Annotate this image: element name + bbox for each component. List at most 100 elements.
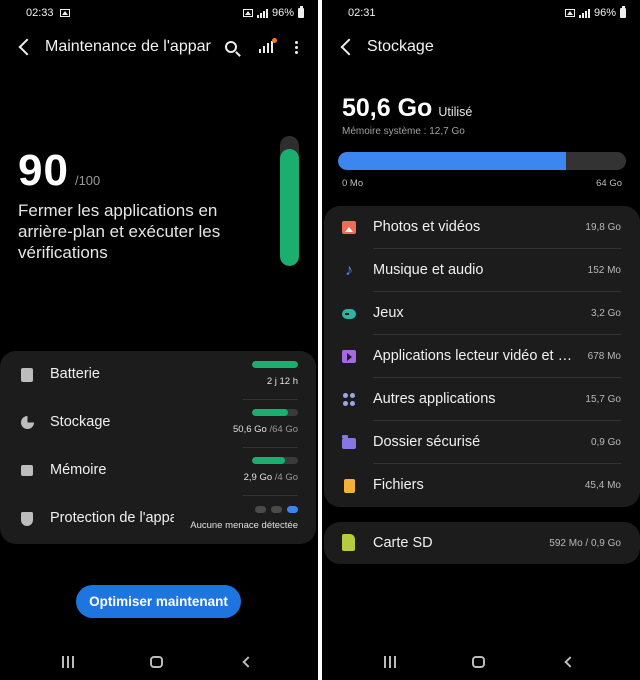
metric-label: Stockage — [50, 414, 111, 430]
status-time: 02:31 — [348, 7, 376, 19]
device-care-screen: 02:33 96% Maintenance de l'appareil 90 /… — [0, 0, 318, 680]
metric-label: Protection de l'appareil — [50, 510, 174, 526]
sd-card-row[interactable]: Carte SD 592 Mo / 0,9 Go — [324, 522, 640, 564]
metric-value: Aucune menace détectée — [190, 520, 298, 531]
shield-icon — [21, 512, 33, 526]
storage-screen: 02:31 96% Stockage 50,6 Go Utilisé Mémoi… — [322, 0, 640, 680]
music-note-icon — [342, 264, 356, 277]
metric-bar — [252, 409, 298, 416]
category-other-apps[interactable]: Autres applications 15,7 Go — [324, 378, 640, 421]
category-label: Autres applications — [373, 391, 496, 407]
category-files[interactable]: Fichiers 45,4 Mo — [324, 464, 640, 507]
metric-memory[interactable]: Mémoire 2,9 Go /4 Go — [0, 447, 316, 495]
metric-bar — [252, 361, 298, 368]
nav-back-icon[interactable] — [242, 656, 254, 668]
metric-battery[interactable]: Batterie 2 j 12 h — [0, 351, 316, 399]
more-options-icon[interactable] — [295, 40, 298, 54]
image-notification-icon — [59, 9, 70, 17]
signal-icon — [578, 8, 590, 18]
apps-grid-icon — [342, 393, 356, 406]
metric-value: 50,6 Go /64 Go — [233, 424, 298, 435]
category-size: 0,9 Go — [590, 437, 621, 448]
used-storage: 50,6 Go Utilisé — [342, 94, 472, 123]
gamepad-icon — [342, 309, 356, 319]
metric-bar-fill — [252, 457, 286, 464]
category-games[interactable]: Jeux 3,2 Go — [324, 292, 640, 335]
back-arrow-icon[interactable] — [18, 38, 36, 56]
storage-usage-bar — [338, 152, 626, 170]
score-max: /100 — [74, 173, 101, 188]
category-media-player-apps[interactable]: Applications lecteur vidéo et audio 678 … — [324, 335, 640, 378]
security-dot — [271, 506, 282, 513]
category-music-audio[interactable]: Musique et audio 152 Mo — [324, 249, 640, 292]
memory-chip-icon — [21, 465, 33, 476]
battery-status-icon — [620, 6, 626, 18]
usage-max-label: 64 Go — [596, 178, 622, 189]
used-value: 50,6 Go — [342, 94, 433, 122]
category-size: 3,2 Go — [590, 308, 621, 319]
category-size: 15,7 Go — [585, 394, 621, 405]
battery-icon — [21, 368, 33, 382]
battery-percent: 96% — [271, 7, 294, 19]
category-size: 152 Mo — [587, 265, 621, 276]
category-photos-videos[interactable]: Photos et vidéos 19,8 Go — [324, 206, 640, 249]
category-size: 19,8 Go — [585, 222, 621, 233]
search-icon[interactable] — [225, 41, 237, 53]
status-time: 02:33 — [26, 7, 54, 19]
metric-bar — [252, 457, 298, 464]
score-value: 90 — [18, 146, 69, 195]
metric-label: Batterie — [50, 366, 100, 382]
used-label: Utilisé — [438, 105, 473, 119]
system-memory: Mémoire système : 12,7 Go — [342, 126, 465, 137]
category-label: Musique et audio — [373, 262, 484, 278]
page-title: Maintenance de l'appareil — [45, 38, 211, 55]
back-arrow-icon[interactable] — [340, 38, 358, 56]
stats-icon[interactable] — [259, 38, 277, 53]
notification-dot — [272, 38, 277, 43]
security-dot-active — [287, 506, 298, 513]
storage-usage-fill — [338, 152, 566, 170]
recent-apps-icon[interactable] — [62, 656, 74, 668]
category-label: Fichiers — [373, 477, 424, 493]
metric-value: 2 j 12 h — [266, 376, 298, 387]
metric-device-protection[interactable]: Protection de l'appareil Aucune menace d… — [0, 495, 316, 543]
video-player-icon — [342, 350, 356, 363]
status-bar: 02:33 96% — [0, 0, 318, 26]
category-label: Dossier sécurisé — [373, 434, 481, 450]
security-dot — [255, 506, 266, 513]
metric-label: Mémoire — [50, 462, 107, 478]
recent-apps-icon[interactable] — [384, 656, 396, 668]
metric-bar-fill — [252, 409, 289, 416]
category-label: Jeux — [373, 305, 404, 321]
secure-folder-icon — [342, 435, 356, 449]
home-icon[interactable] — [150, 656, 163, 668]
storage-categories-list: Photos et vidéos 19,8 Go Musique et audi… — [324, 206, 640, 507]
optimization-score: 90 /100 — [18, 146, 100, 196]
metrics-card: Batterie 2 j 12 h Stockage 50,6 Go /64 G… — [0, 351, 316, 544]
battery-percent: 96% — [593, 7, 616, 19]
alarm-icon — [242, 9, 253, 17]
nav-bar — [0, 642, 318, 680]
metric-storage[interactable]: Stockage 50,6 Go /64 Go — [0, 399, 316, 447]
security-dots — [255, 506, 298, 513]
sd-card-label: Carte SD — [373, 535, 433, 551]
score-gauge-fill — [280, 149, 299, 266]
file-icon — [344, 479, 355, 493]
metric-value: 2,9 Go /4 Go — [243, 472, 298, 483]
score-description: Fermer les applications en arrière-plan … — [18, 201, 221, 262]
page-title: Stockage — [367, 38, 434, 55]
category-label: Photos et vidéos — [373, 219, 481, 235]
photo-icon — [342, 221, 356, 234]
score-gauge — [280, 136, 299, 266]
home-icon[interactable] — [472, 656, 485, 668]
metric-bar-fill — [252, 361, 298, 368]
sd-card-icon — [342, 534, 355, 551]
status-bar: 02:31 96% — [322, 0, 640, 26]
sd-card-size: 592 Mo / 0,9 Go — [549, 538, 621, 549]
nav-back-icon[interactable] — [564, 656, 576, 668]
category-secure-folder[interactable]: Dossier sécurisé 0,9 Go — [324, 421, 640, 464]
app-bar: Maintenance de l'appareil — [0, 30, 318, 64]
optimize-now-button[interactable]: Optimiser maintenant — [76, 585, 241, 618]
signal-icon — [256, 8, 268, 18]
nav-bar — [322, 642, 640, 680]
